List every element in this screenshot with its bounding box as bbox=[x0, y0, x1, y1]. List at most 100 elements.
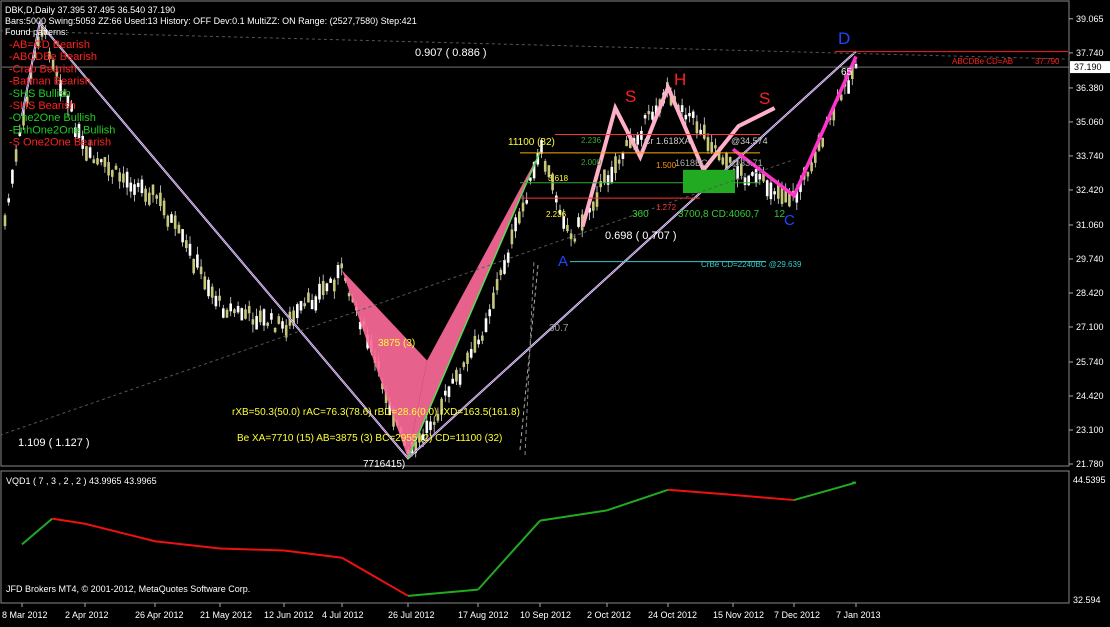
date-tick-label: 26 Apr 2012 bbox=[135, 610, 184, 620]
chart-window[interactable]: 39.065 37.740 36.380 35.060 33.740 32.420 31.0… bbox=[0, 0, 1110, 622]
found-patterns-label: Found patterns: bbox=[5, 27, 68, 37]
candle-body bbox=[765, 180, 769, 197]
candle-body bbox=[425, 420, 429, 433]
candle-body bbox=[347, 293, 351, 297]
candle-body bbox=[207, 279, 210, 297]
candle-body bbox=[299, 301, 303, 311]
candle-body bbox=[643, 115, 647, 119]
candle-body bbox=[251, 319, 255, 325]
date-tick-label: 4 Jul 2012 bbox=[322, 610, 364, 620]
pattern-list-item: -One2One Bullish bbox=[9, 112, 96, 124]
candle-body bbox=[103, 157, 107, 167]
candle-body bbox=[118, 172, 121, 182]
candle-body bbox=[751, 172, 754, 176]
candle-body bbox=[484, 318, 488, 332]
candle-body bbox=[429, 421, 432, 431]
chart-svg[interactable]: 39.065 37.740 36.380 35.060 33.740 32.420 31.0… bbox=[0, 0, 1110, 622]
candle-body bbox=[473, 335, 477, 353]
ratio-mid-label: 0.698 ( 0.707 ) bbox=[605, 230, 677, 242]
candle-body bbox=[721, 157, 725, 165]
info-header: Bars:5000 Swing:5053 ZZ:66 Used:13 Histo… bbox=[5, 16, 417, 26]
candle-body bbox=[854, 63, 858, 69]
candle-body bbox=[188, 243, 192, 256]
crab-price-label: @34.574 bbox=[731, 136, 768, 146]
pattern-list-item: -ABCDBe Bearish bbox=[9, 51, 97, 63]
price-tick-label: 27.100 bbox=[1076, 322, 1104, 332]
candle-body bbox=[236, 305, 240, 313]
candle-body bbox=[229, 303, 232, 312]
abcdbe-label: ABCDBe CD=AB bbox=[952, 57, 1013, 66]
candle-body bbox=[780, 188, 784, 204]
candle-body bbox=[203, 276, 207, 290]
candle-body bbox=[336, 264, 340, 279]
fib-2000-label: 2.000 bbox=[581, 158, 602, 167]
candle-body bbox=[333, 279, 336, 292]
candle-body bbox=[114, 165, 118, 170]
price-tick-label: 37.740 bbox=[1076, 48, 1104, 58]
candle-body bbox=[247, 306, 251, 314]
indicator-axis-top: 44.5395 bbox=[1073, 475, 1106, 485]
candle-body bbox=[743, 177, 747, 186]
price-tick-label: 24.420 bbox=[1076, 391, 1104, 401]
candle-body bbox=[592, 201, 595, 211]
date-tick-label: 15 Nov 2012 bbox=[713, 610, 764, 620]
candle-body bbox=[651, 111, 654, 120]
candle-body bbox=[277, 316, 281, 324]
candle-body bbox=[603, 169, 606, 184]
fib-3618-label: 3.618 bbox=[548, 174, 569, 183]
candle-body bbox=[455, 369, 458, 382]
candle-body bbox=[462, 362, 466, 368]
candle-body bbox=[625, 140, 628, 147]
fib-2236-label: 2.236 bbox=[581, 136, 602, 145]
candle-body bbox=[477, 339, 480, 345]
date-tick-label: 26 Jul 2012 bbox=[388, 610, 435, 620]
price-tick-label: 28.420 bbox=[1076, 288, 1104, 298]
candle-body bbox=[140, 179, 144, 194]
date-tick-label: 2 Apr 2012 bbox=[65, 610, 109, 620]
candle-body bbox=[314, 296, 318, 311]
price-tick-label: 21.780 bbox=[1076, 459, 1104, 469]
candle-body bbox=[636, 134, 639, 145]
candle-body bbox=[218, 295, 221, 301]
candle-body bbox=[329, 278, 332, 283]
candle-body bbox=[525, 200, 528, 204]
shs-left-shoulder-label: S bbox=[625, 87, 636, 106]
pattern-list-item: -SHS Bearish bbox=[9, 100, 76, 112]
candle-body bbox=[617, 159, 621, 164]
candle-body bbox=[173, 215, 177, 229]
crab-label: Cr 1.618XA bbox=[644, 136, 691, 146]
date-tick-label: 2 Oct 2012 bbox=[587, 610, 631, 620]
candle-body bbox=[499, 269, 503, 276]
point-A-label: A bbox=[558, 253, 568, 270]
price-tick-label: 25.740 bbox=[1076, 357, 1104, 367]
candle-body bbox=[610, 166, 614, 183]
shs-right-shoulder-label: S bbox=[759, 89, 770, 108]
candle-body bbox=[144, 188, 147, 202]
candle-body bbox=[788, 193, 791, 207]
candle-body bbox=[262, 309, 266, 326]
candle-body bbox=[296, 304, 299, 319]
candle-body bbox=[318, 283, 321, 300]
candle-body bbox=[196, 254, 199, 268]
current-price-label: 37.190 bbox=[1074, 62, 1102, 72]
candle-body bbox=[170, 214, 173, 223]
candle-body bbox=[162, 200, 166, 216]
fib-1272-label: 1.272 bbox=[656, 203, 677, 212]
candle-body bbox=[210, 286, 214, 298]
candle-body bbox=[225, 309, 229, 318]
candle-body bbox=[259, 310, 262, 323]
candle-body bbox=[159, 192, 162, 207]
label-3875: 3875 (3) bbox=[378, 338, 415, 349]
candle-body bbox=[821, 137, 824, 147]
ratio-left-label: 1.109 ( 1.127 ) bbox=[18, 437, 90, 449]
candle-body bbox=[595, 192, 599, 207]
candle-body bbox=[129, 182, 133, 192]
candle-body bbox=[92, 159, 96, 164]
candle-body bbox=[847, 80, 850, 94]
candle-body bbox=[244, 309, 247, 319]
candle-body bbox=[181, 229, 184, 243]
shs-head-label: H bbox=[674, 70, 686, 89]
candle-body bbox=[151, 184, 155, 195]
candle-body bbox=[543, 161, 547, 172]
pattern-list-item: -S One2One Bearish bbox=[9, 137, 111, 149]
